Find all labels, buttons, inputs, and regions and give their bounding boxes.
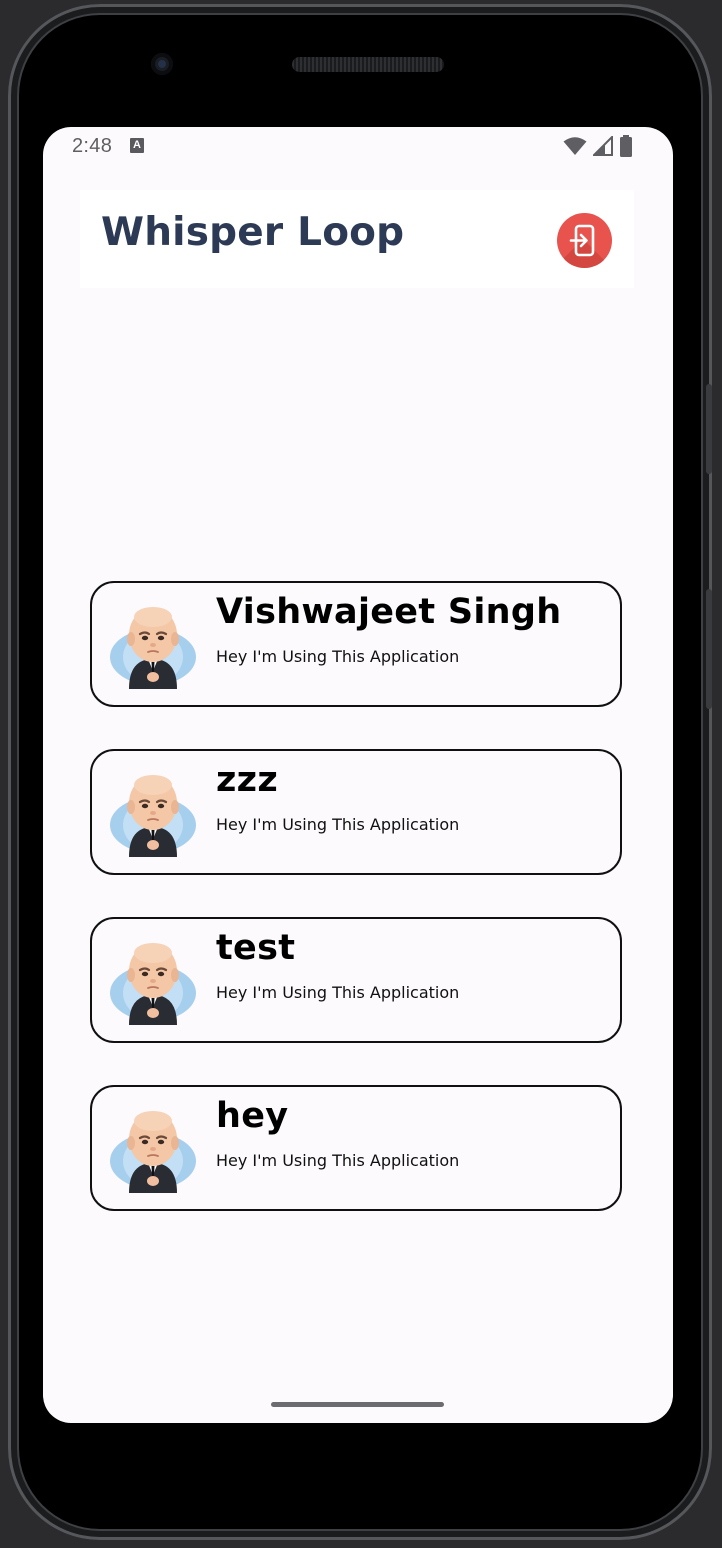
logout-icon — [569, 224, 595, 257]
power-button — [706, 589, 712, 709]
user-name: Vishwajeet Singh — [216, 592, 562, 632]
user-card[interactable]: zzz Hey I'm Using This Application — [90, 749, 622, 875]
wifi-icon — [563, 137, 587, 155]
user-status: Hey I'm Using This Application — [216, 1151, 460, 1170]
front-camera — [151, 53, 173, 75]
user-status: Hey I'm Using This Application — [216, 983, 460, 1002]
earpiece-speaker — [292, 57, 444, 72]
home-indicator[interactable] — [271, 1402, 444, 1407]
status-bar: 2:48 A — [43, 127, 673, 167]
cell-signal-icon — [593, 136, 613, 156]
app-title: Whisper Loop — [101, 210, 405, 255]
user-status: Hey I'm Using This Application — [216, 815, 460, 834]
user-card[interactable]: hey Hey I'm Using This Application — [90, 1085, 622, 1211]
battery-icon — [620, 135, 632, 157]
boss-baby-avatar — [110, 943, 196, 1025]
user-name: test — [216, 928, 296, 968]
app-header: Whisper Loop — [80, 190, 634, 288]
user-card[interactable]: test Hey I'm Using This Application — [90, 917, 622, 1043]
logout-button[interactable] — [557, 213, 612, 268]
volume-button — [706, 384, 712, 474]
boss-baby-avatar — [110, 1111, 196, 1193]
app-screen: 2:48 A Whisper Loop Vishwajeet Singh Hey… — [43, 127, 673, 1423]
user-name: hey — [216, 1096, 289, 1136]
boss-baby-avatar — [110, 607, 196, 689]
boss-baby-avatar — [110, 775, 196, 857]
user-list: Vishwajeet Singh Hey I'm Using This Appl… — [90, 581, 622, 1253]
status-time: 2:48 — [72, 135, 113, 157]
user-status: Hey I'm Using This Application — [216, 647, 460, 666]
a-keyboard-icon: A — [130, 138, 144, 153]
user-card[interactable]: Vishwajeet Singh Hey I'm Using This Appl… — [90, 581, 622, 707]
user-name: zzz — [216, 760, 279, 800]
status-icons — [563, 135, 633, 157]
